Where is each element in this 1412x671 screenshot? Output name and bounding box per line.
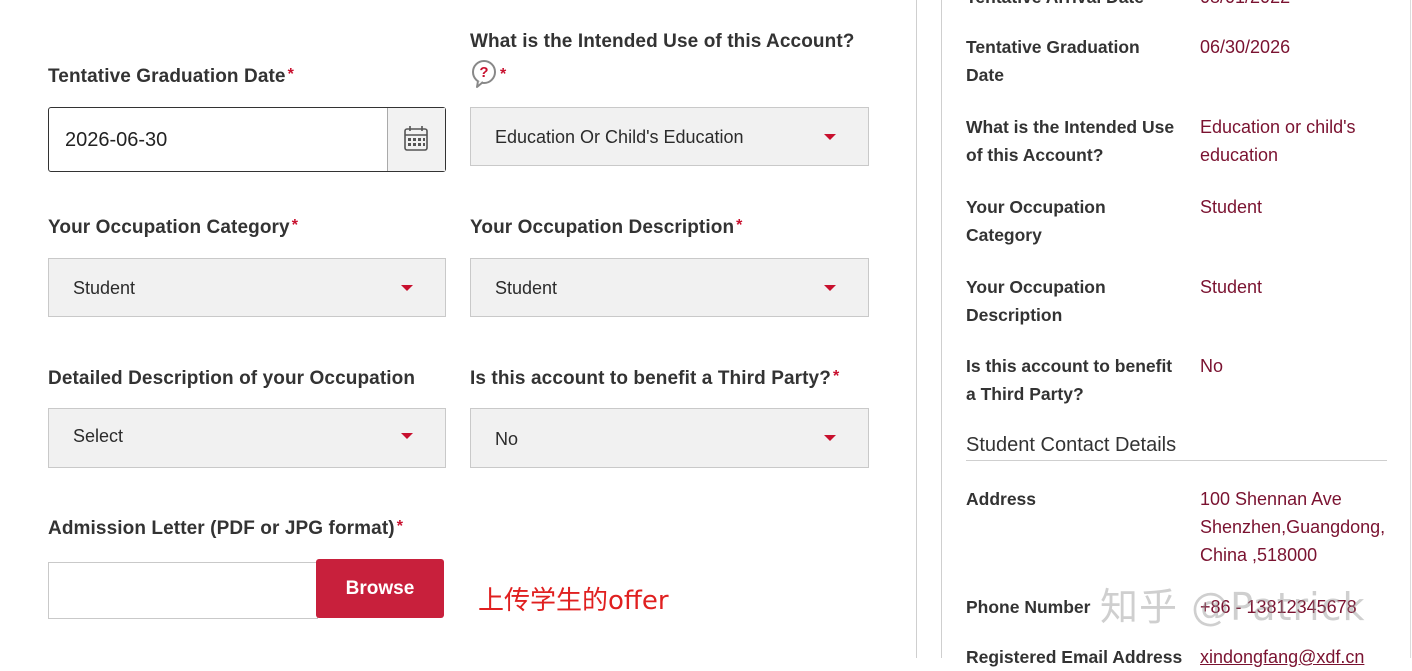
graduation-date-input[interactable]: 2026-06-30 <box>48 107 446 172</box>
section-title: Student Contact Details <box>966 434 1177 456</box>
occupation-description-label: Your Occupation Description * <box>470 217 743 238</box>
contact-value: 100 Shennan Ave Shenzhen,Guangdong, Chin… <box>1200 489 1386 565</box>
occupation-category-label: Your Occupation Category * <box>48 217 299 238</box>
graduation-date-label: Tentative Graduation Date * <box>48 66 294 87</box>
summary-label: Is this account to benefit a Third Party… <box>966 356 1173 404</box>
chevron-down-icon <box>824 134 836 140</box>
chevron-down-icon <box>401 433 413 439</box>
third-party-label: Is this account to benefit a Third Party… <box>470 368 840 389</box>
summary-label: Your Occupation Description <box>966 277 1106 325</box>
occupation-description-select[interactable]: Student <box>470 258 869 317</box>
summary-label: Tentative Graduation Date <box>966 37 1140 85</box>
occupation-category-select[interactable]: Student <box>48 258 446 317</box>
contact-label: Registered Email Address <box>966 647 1183 667</box>
intended-use-select[interactable]: Education Or Child's Education <box>470 107 869 166</box>
admission-letter-file-input[interactable] <box>48 562 318 619</box>
calendar-button[interactable] <box>387 108 445 171</box>
annotation-text: 上传学生的offer <box>478 586 669 616</box>
summary-panel-border-right <box>1410 0 1411 658</box>
section-divider <box>966 460 1387 461</box>
watermark: 知乎 @Patrick <box>1100 585 1366 629</box>
summary-panel-border <box>941 0 942 658</box>
summary-value: 08/01/2022 <box>1200 0 1395 11</box>
intended-use-value: Education Or Child's Education <box>495 127 744 147</box>
summary-value: No <box>1200 356 1224 376</box>
svg-text:?: ? <box>479 64 488 81</box>
intended-use-required: * <box>500 66 507 83</box>
summary-label: Tentative Arrival Date <box>966 0 1181 11</box>
chevron-down-icon <box>824 435 836 441</box>
help-icon[interactable]: ? <box>471 59 499 89</box>
admission-letter-label: Admission Letter (PDF or JPG format) * <box>48 518 404 539</box>
summary-value: Student <box>1200 277 1263 297</box>
third-party-value: No <box>495 429 519 449</box>
contact-label: Address <box>966 489 1037 509</box>
summary-value: Student <box>1200 197 1263 217</box>
third-party-select[interactable]: No <box>470 408 869 468</box>
graduation-date-value: 2026-06-30 <box>65 129 168 151</box>
contact-value: xindongfang@xdf.cn <box>1200 647 1365 667</box>
chevron-down-icon <box>401 285 413 291</box>
detailed-description-label: Detailed Description of your Occupation <box>48 368 416 389</box>
detailed-description-select[interactable]: Select <box>48 408 446 468</box>
occupation-category-value: Student <box>73 278 136 298</box>
chevron-down-icon <box>824 285 836 291</box>
panel-divider <box>916 0 917 658</box>
summary-value: 06/30/2026 <box>1200 37 1291 57</box>
summary-label: Your Occupation Category <box>966 197 1106 245</box>
calendar-icon <box>404 126 428 151</box>
summary-value: Education or child's education <box>1200 117 1356 165</box>
summary-label: What is the Intended Use of this Account… <box>966 117 1175 165</box>
browse-button[interactable]: Browse <box>316 559 444 618</box>
detailed-description-value: Select <box>73 426 124 446</box>
intended-use-label: What is the Intended Use of this Account… <box>470 31 855 52</box>
occupation-description-value: Student <box>495 278 558 298</box>
